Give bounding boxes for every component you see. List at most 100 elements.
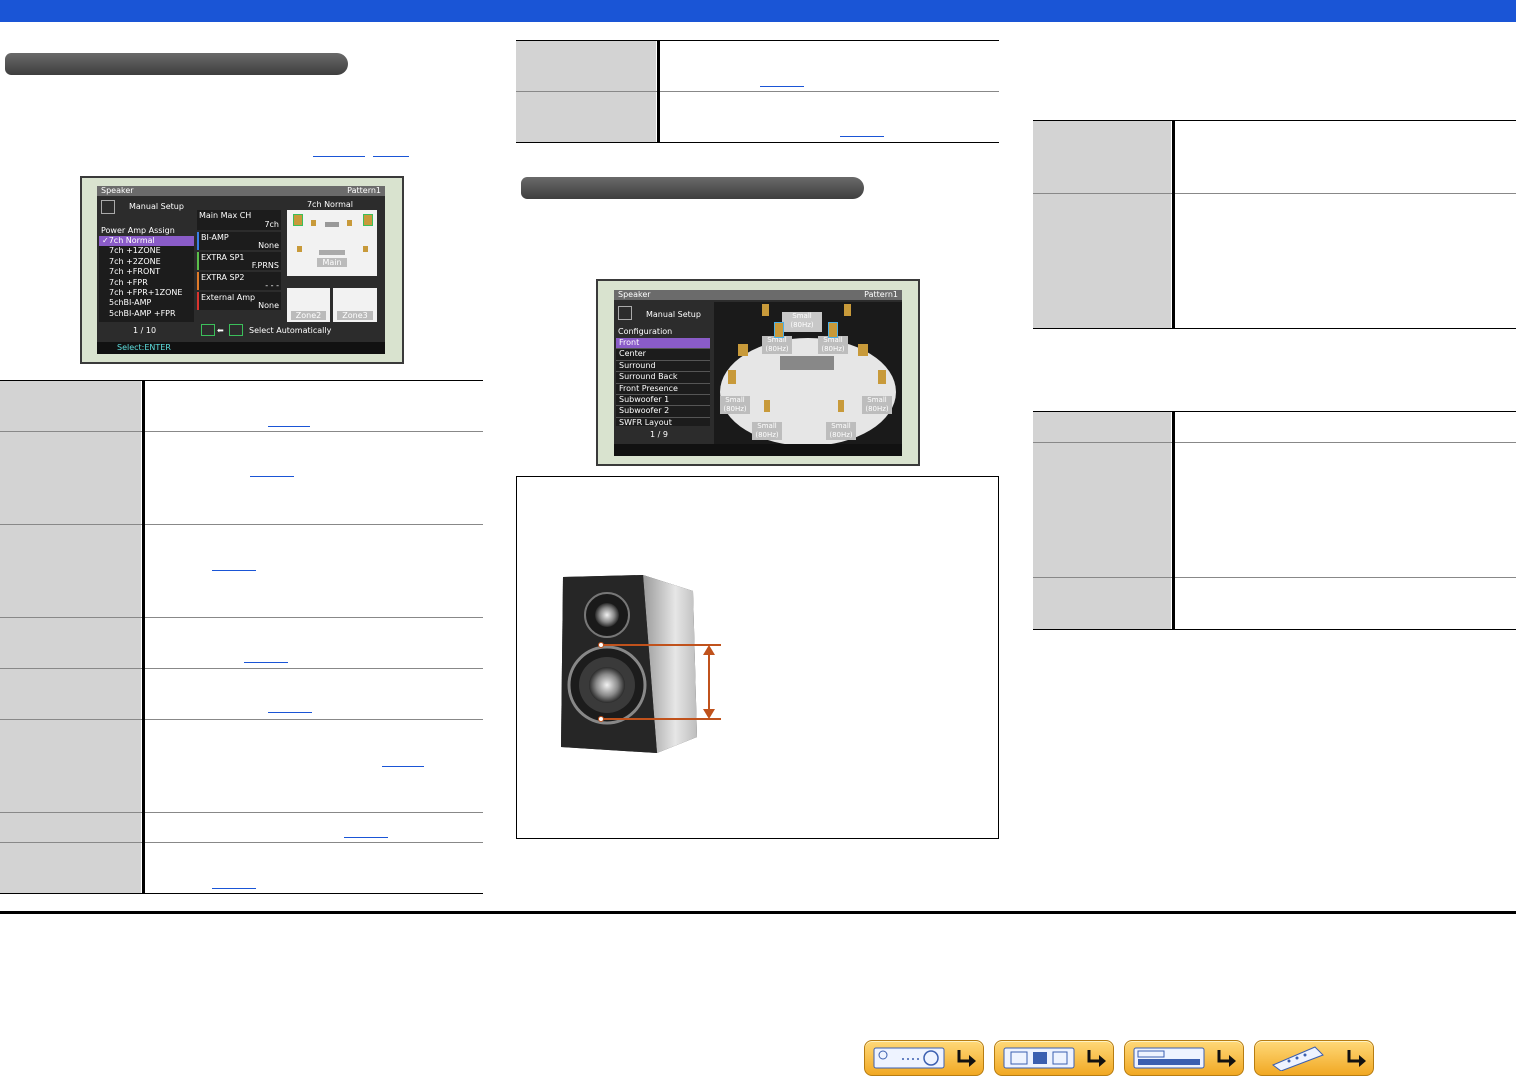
return-arrow-icon	[1087, 1050, 1106, 1067]
config-item[interactable]: Surround Back	[616, 371, 710, 382]
table-label-cell	[1033, 121, 1171, 193]
link[interactable]	[268, 426, 310, 427]
link[interactable]	[373, 156, 409, 157]
param-label: BI-AMP	[201, 233, 229, 242]
config-item[interactable]: Subwoofer 1	[616, 393, 710, 405]
speaker-icon	[764, 400, 770, 412]
option-item[interactable]: 5chBI-AMP +FPR	[99, 309, 194, 319]
right-bottom-table	[1033, 411, 1516, 631]
table-label-cell	[1033, 443, 1171, 577]
table-label-cell	[0, 618, 141, 668]
table-label-cell	[1033, 412, 1171, 442]
surround-back-left-label: Small (80Hz)	[752, 422, 782, 440]
param-label: External Amp	[201, 293, 256, 302]
link[interactable]	[250, 476, 294, 477]
speaker-icon	[844, 304, 851, 316]
link[interactable]	[212, 570, 256, 571]
remote-control-nav-button[interactable]	[1254, 1040, 1374, 1076]
param-list: Main Max CH 7ch BI-AMP None EXTRA SP1 F.…	[197, 210, 281, 310]
table-label-cell	[0, 720, 141, 812]
front-panel-nav-button[interactable]	[864, 1040, 984, 1076]
rule	[0, 893, 483, 894]
osd-section: Power Amp Assign	[101, 226, 175, 235]
option-item[interactable]: ✓7ch Normal	[99, 236, 194, 247]
option-item[interactable]: 7ch +2ZONE	[99, 257, 194, 267]
zone-label: Zone2	[291, 311, 326, 320]
table-label-cell	[0, 813, 141, 842]
option-list: ✓7ch Normal 7ch +1ZONE 7ch +2ZONE 7ch +F…	[99, 236, 194, 322]
speaker-setup-icon	[101, 200, 115, 214]
osd-menu: Manual Setup	[129, 202, 184, 211]
osd-pattern: Pattern1	[347, 186, 381, 195]
rear-panel-nav-button[interactable]	[994, 1040, 1114, 1076]
column-divider	[657, 40, 660, 143]
main-zone-diagram: Main	[287, 210, 377, 276]
table-label-cell	[0, 525, 141, 617]
return-arrow-icon	[957, 1050, 976, 1067]
link[interactable]	[344, 837, 388, 838]
link[interactable]	[313, 156, 365, 157]
config-item[interactable]: SWFR Layout	[616, 416, 710, 428]
speaker-icon	[363, 214, 373, 226]
option-item[interactable]: 7ch +FPR	[99, 278, 194, 288]
front-display-nav-button[interactable]	[1124, 1040, 1244, 1076]
speaker-icon	[858, 344, 868, 356]
section-tab-configuration	[521, 177, 864, 199]
config-item[interactable]: Surround	[616, 359, 710, 371]
option-item[interactable]: 7ch +FRONT	[99, 267, 194, 277]
config-item[interactable]: Center	[616, 348, 710, 359]
column-divider	[1172, 411, 1175, 630]
link[interactable]	[840, 136, 884, 137]
front-left-label: Small (80Hz)	[762, 336, 792, 354]
link[interactable]	[760, 86, 804, 87]
table-label-cell	[0, 381, 141, 431]
option-item[interactable]: 7ch +FPR+1ZONE	[99, 288, 194, 298]
page-indicator: 1 / 10	[133, 326, 157, 335]
option-item[interactable]: 5chBI-AMP	[99, 298, 194, 308]
osd-screen: Speaker Pattern1 Manual Setup Configurat…	[614, 290, 902, 456]
link[interactable]	[382, 766, 424, 767]
param-value: - - -	[265, 281, 279, 290]
osd-title: Speaker	[101, 186, 134, 195]
zone-label: Zone3	[337, 311, 373, 320]
option-item[interactable]: 7ch +1ZONE	[99, 246, 194, 256]
table-label-cell	[516, 41, 656, 91]
param-value: 7ch	[264, 220, 279, 229]
remote-control-icon	[1272, 1046, 1324, 1071]
zone-label-main: Main	[317, 258, 347, 267]
center-label: Small (80Hz)	[782, 312, 822, 332]
link[interactable]	[244, 662, 288, 663]
speaker-icon	[363, 246, 368, 252]
table-label-cell	[1033, 194, 1171, 328]
column-divider	[1172, 120, 1175, 329]
osd-footer: Select:ENTER	[97, 342, 385, 354]
zone3-diagram: Zone3	[333, 288, 377, 322]
surround-right-label: Small (80Hz)	[862, 396, 892, 414]
param-row: EXTRA SP2 - - -	[197, 272, 281, 290]
arrow-icon: ⬅	[217, 326, 224, 335]
surround-left-label: Small (80Hz)	[720, 396, 750, 414]
param-label: Main Max CH	[199, 211, 252, 220]
configuration-screenshot: Speaker Pattern1 Manual Setup Configurat…	[596, 279, 920, 466]
osd-menu: Manual Setup	[646, 310, 701, 319]
speaker-icon	[728, 370, 736, 384]
return-arrow-icon	[1217, 1050, 1236, 1067]
config-item[interactable]: Front Presence	[616, 382, 710, 394]
table-label-cell	[516, 92, 656, 142]
auto-label: Select Automatically	[249, 326, 332, 335]
config-item[interactable]: Subwoofer 2	[616, 405, 710, 416]
surround-back-right-label: Small (80Hz)	[826, 422, 856, 440]
table-label-cell	[1033, 578, 1171, 629]
param-label: EXTRA SP1	[201, 253, 245, 262]
rule	[1033, 328, 1516, 329]
rule	[1033, 629, 1516, 630]
front-panel-icon	[873, 1047, 945, 1069]
config-item-front[interactable]: Front	[616, 338, 710, 349]
speaker-icon	[293, 214, 303, 226]
speaker-setup-icon	[618, 306, 632, 320]
footer-rule	[0, 911, 1516, 914]
rule	[516, 142, 999, 143]
link[interactable]	[212, 888, 256, 889]
link[interactable]	[268, 712, 312, 713]
osd-header: Speaker Pattern1	[97, 186, 385, 196]
